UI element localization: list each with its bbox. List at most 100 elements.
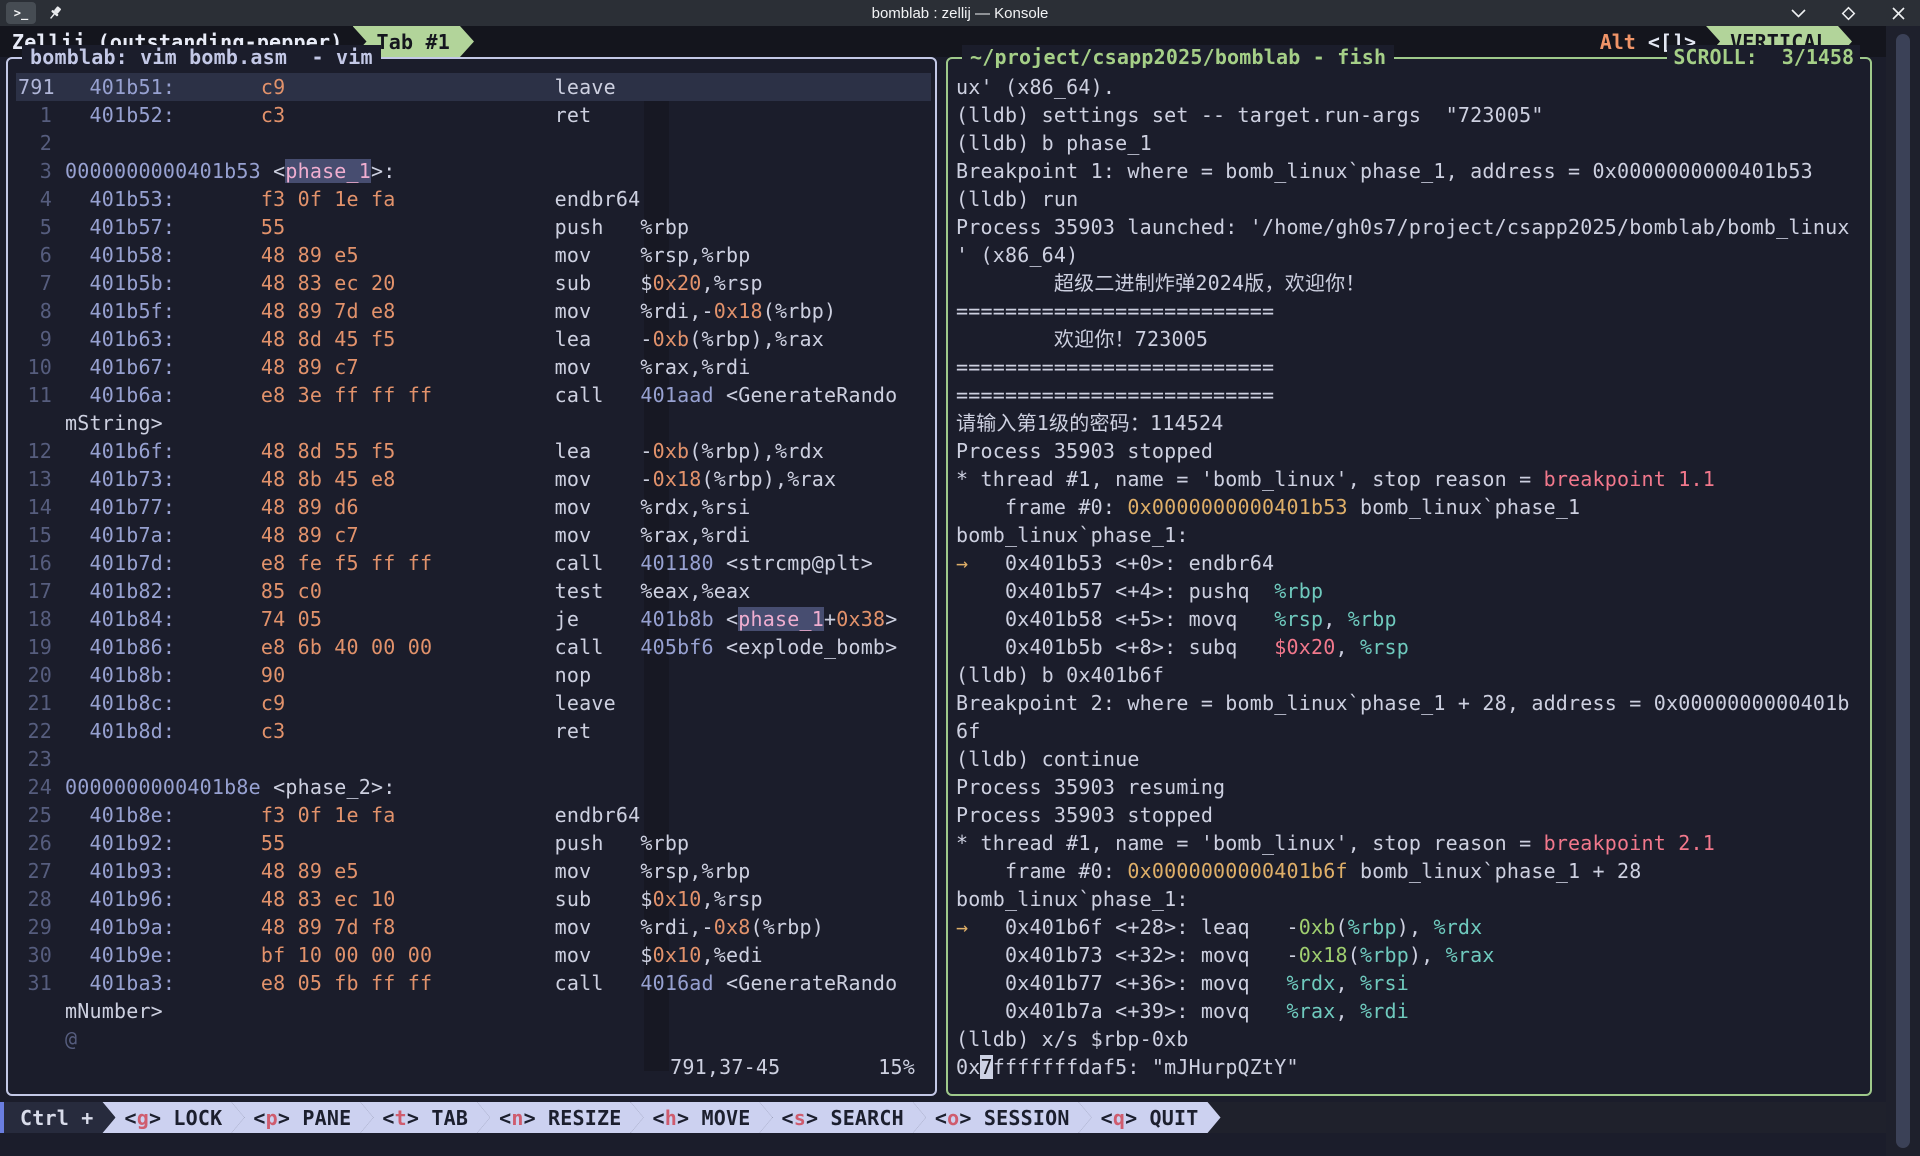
- text-segment: ret: [285, 103, 591, 127]
- terminal-line: 0x401b7a <+39>: movq %rax, %rdi: [956, 997, 1866, 1025]
- line-number: 16: [16, 549, 65, 577]
- text-segment: <strcmp@plt>: [714, 551, 873, 575]
- keybind-resize[interactable]: <n> RESIZE: [477, 1102, 643, 1133]
- line-number: 28: [16, 885, 65, 913]
- line-number: 8: [16, 297, 65, 325]
- text-segment: 74 05: [175, 607, 322, 631]
- text-segment: 48 83 ec 20: [175, 271, 395, 295]
- shell-pane-title[interactable]: ~/project/csapp2025/bomblab - fish: [962, 45, 1394, 69]
- line-number: 23: [16, 745, 65, 773]
- text-segment: 0xb: [1299, 915, 1336, 939]
- text-segment: (lldb) settings set -- target.run-args "…: [956, 103, 1544, 127]
- text-segment: je: [322, 607, 640, 631]
- terminal-line: Breakpoint 2: where = bomb_linux`phase_1…: [956, 689, 1866, 717]
- terminal-line: 5 401b57: 55 push %rbp: [16, 213, 931, 241]
- text-segment: (%rbp),%rdx: [689, 439, 824, 463]
- text-segment: 401ba3:: [65, 971, 175, 995]
- text-segment: ),: [1397, 915, 1434, 939]
- text-segment: bomb_linux`phase_1 + 28: [1348, 859, 1642, 883]
- text-segment: (%rbp),%rax: [702, 467, 837, 491]
- line-number: 11: [16, 381, 65, 409]
- text-segment: <explode_bomb>: [714, 635, 898, 659]
- text-segment: 48 8d 45 f5: [175, 327, 395, 351]
- text-segment: frame #0:: [956, 859, 1127, 883]
- close-icon[interactable]: [1890, 5, 1906, 21]
- terminal-line: 13 401b73: 48 8b 45 e8 mov -0x18(%rbp),%…: [16, 465, 931, 493]
- text-segment: (%rbp): [763, 299, 836, 323]
- text-segment: ret: [285, 719, 591, 743]
- pane-shell[interactable]: ~/project/csapp2025/bomblab - fish SCROL…: [946, 57, 1872, 1096]
- terminal-line: bomb_linux`phase_1:: [956, 885, 1866, 913]
- keybind-quit[interactable]: <q> QUIT: [1079, 1102, 1221, 1133]
- terminal-line: (lldb) settings set -- target.run-args "…: [956, 101, 1866, 129]
- maximize-icon[interactable]: [1840, 5, 1856, 21]
- text-segment: 0x0000000000401b53: [1127, 495, 1347, 519]
- text-segment: <: [714, 607, 738, 631]
- keybind-text: p: [266, 1106, 278, 1130]
- text-segment: 401b92:: [65, 831, 175, 855]
- line-number: 24: [16, 773, 65, 801]
- text-segment: Process 35903 launched: '/home/gh0s7/pro…: [956, 215, 1850, 239]
- text-segment: 0x18: [714, 299, 763, 323]
- terminal-line: 6 401b58: 48 89 e5 mov %rsp,%rbp: [16, 241, 931, 269]
- text-segment: 401b9e:: [65, 943, 175, 967]
- minimize-icon[interactable]: [1790, 5, 1806, 21]
- terminal-line: 791 401b51: c9 leave: [16, 73, 931, 101]
- text-segment: bomb_linux`phase_1: [1348, 495, 1581, 519]
- text-segment: 0x401b5b <+8>: subq: [956, 635, 1274, 659]
- scrollbar-track[interactable]: [1886, 26, 1920, 1156]
- terminal-line: 31 401ba3: e8 05 fb ff ff call 4016ad <G…: [16, 969, 931, 997]
- text-segment: bomb_linux`phase_1:: [956, 887, 1189, 911]
- terminal-line: 14 401b77: 48 89 d6 mov %rdx,%rsi: [16, 493, 931, 521]
- terminal-line: 9 401b63: 48 8d 45 f5 lea -0xb(%rbp),%ra…: [16, 325, 931, 353]
- line-number: 14: [16, 493, 65, 521]
- text-segment: f3 0f 1e fa: [175, 803, 395, 827]
- terminal-line: * thread #1, name = 'bomb_linux', stop r…: [956, 829, 1866, 857]
- scrollbar-thumb[interactable]: [1896, 34, 1910, 1148]
- keybind-session[interactable]: <o> SESSION: [913, 1102, 1092, 1133]
- keybind-lock[interactable]: <g> LOCK: [102, 1102, 244, 1133]
- terminal-line: 19 401b86: e8 6b 40 00 00 call 405bf6 <e…: [16, 633, 931, 661]
- terminal-line: 30000000000401b53 <phase_1>:: [16, 157, 931, 185]
- keybind-text: > SEARCH: [806, 1106, 904, 1130]
- text-segment: 401b7a:: [65, 523, 175, 547]
- terminal-line: (lldb) continue: [956, 745, 1866, 773]
- line-number: 17: [16, 577, 65, 605]
- text-segment: * thread #1, name = 'bomb_linux', stop r…: [956, 831, 1544, 855]
- text-segment: 401aad: [640, 383, 713, 407]
- text-segment: 405bf6: [640, 635, 713, 659]
- vim-pane-content: 791 401b51: c9 leave1 401b52: c3 ret2300…: [16, 73, 931, 1081]
- text-segment: 401b8b:: [65, 663, 175, 687]
- text-segment: 791,37-45: [670, 1055, 780, 1079]
- line-number: 5: [16, 213, 65, 241]
- text-segment: ),: [1409, 943, 1446, 967]
- terminal-line: bomb_linux`phase_1:: [956, 521, 1866, 549]
- text-segment: 48 89 e5: [175, 243, 359, 267]
- text-segment: <GenerateRando: [714, 971, 898, 995]
- keybind-search[interactable]: <s> SEARCH: [759, 1102, 925, 1133]
- pane-vim[interactable]: bomblab: vim bomb.asm - vim 791 401b51: …: [6, 57, 937, 1096]
- text-segment: 0x401b7a <+39>: movq: [956, 999, 1287, 1023]
- line-number: 30: [16, 941, 65, 969]
- terminal-line: Process 35903 stopped: [956, 437, 1866, 465]
- keybind-pane[interactable]: <p> PANE: [231, 1102, 373, 1133]
- text-segment: 0x401b73 <+32>: movq -: [956, 943, 1299, 967]
- terminal-line: 11 401b6a: e8 3e ff ff ff call 401aad <G…: [16, 381, 931, 409]
- keybind-text: <: [781, 1106, 793, 1130]
- window-titlebar[interactable]: >_ bomblab : zellij — Konsole: [0, 0, 1920, 26]
- text-segment: 0xb: [653, 439, 690, 463]
- text-segment: 7: [980, 1055, 992, 1079]
- text-segment: (lldb) continue: [956, 747, 1140, 771]
- keybind-tab[interactable]: <t> TAB: [360, 1102, 490, 1133]
- terminal-line: 10 401b67: 48 89 c7 mov %rax,%rdi: [16, 353, 931, 381]
- text-segment: leave: [285, 691, 616, 715]
- text-segment: (lldb) b phase_1: [956, 131, 1152, 155]
- text-segment: 0x401b6f <+28>: leaq -: [968, 915, 1299, 939]
- keybind-move[interactable]: <h> MOVE: [631, 1102, 773, 1133]
- terminal-line: mString>: [16, 409, 931, 437]
- keybind-text: > MOVE: [677, 1106, 750, 1130]
- line-number: 3: [16, 157, 65, 185]
- text-segment: 401b93:: [65, 859, 175, 883]
- line-number: 13: [16, 465, 65, 493]
- vim-pane-title[interactable]: bomblab: vim bomb.asm - vim: [22, 45, 381, 69]
